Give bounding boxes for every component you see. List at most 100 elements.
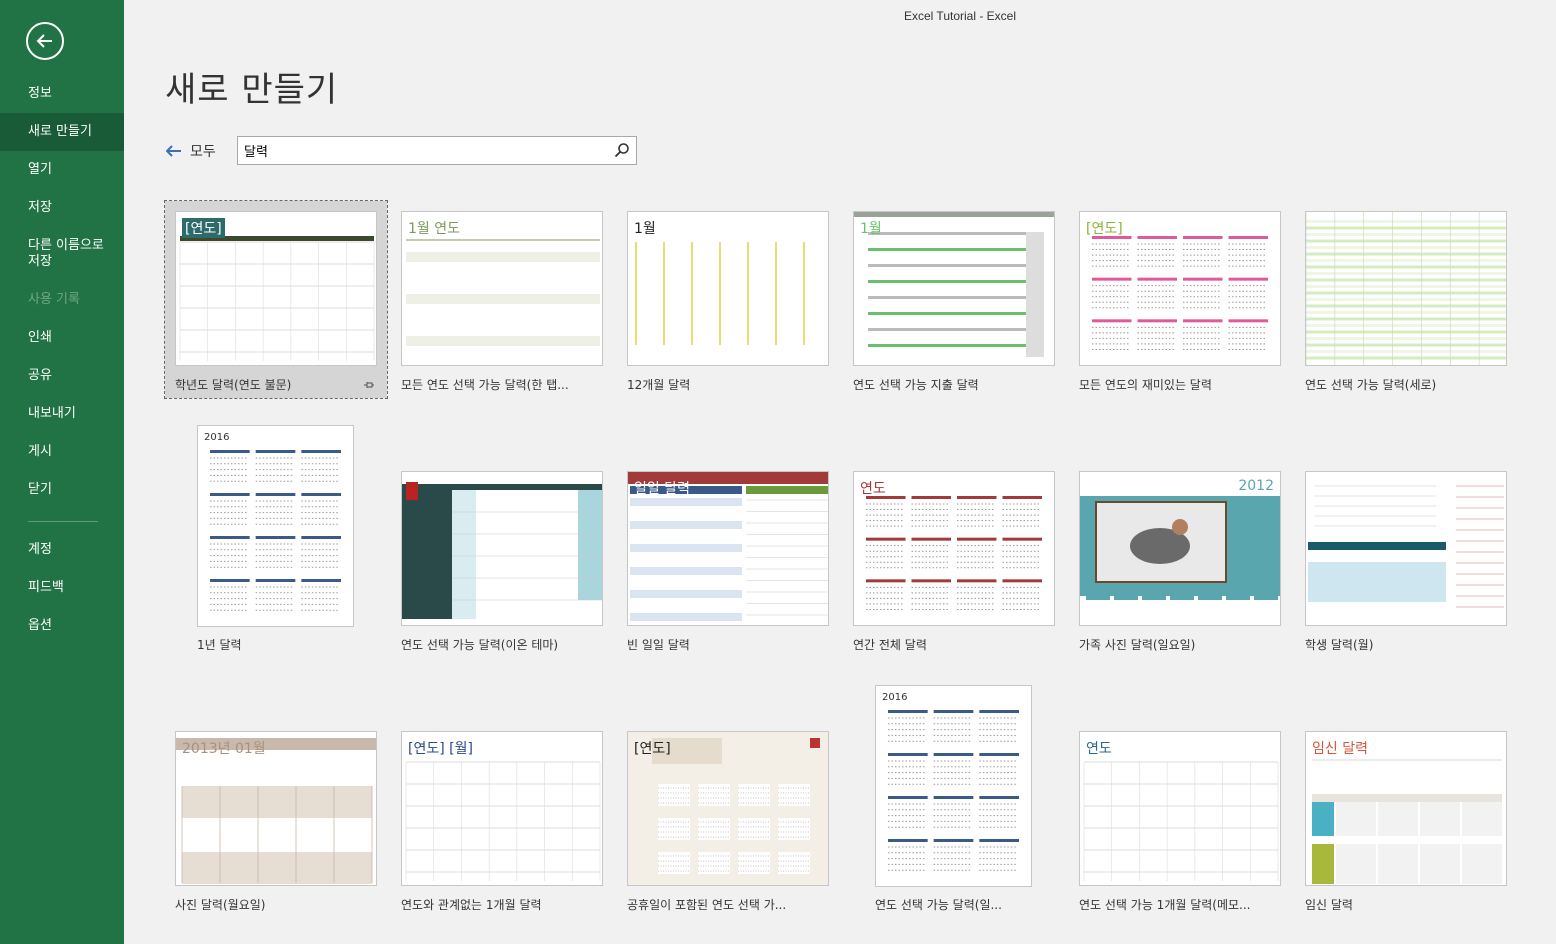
template-card[interactable]: 임신 달력 임신 달력 bbox=[1295, 721, 1517, 918]
sidebar-divider bbox=[28, 521, 98, 522]
preview-mark bbox=[1306, 265, 1506, 269]
preview-mark bbox=[1306, 259, 1506, 262]
back-button[interactable] bbox=[26, 22, 64, 60]
template-thumbnail[interactable]: 2013년 01월 bbox=[175, 731, 377, 886]
template-label: 모든 연도 선택 가능 달력(한 탭... bbox=[401, 378, 569, 392]
preview-mark bbox=[868, 280, 1042, 283]
sidebar-item-export[interactable]: 내보내기 bbox=[0, 395, 124, 433]
preview-mark bbox=[866, 537, 906, 541]
thumbnail-title: [연도] bbox=[1086, 221, 1123, 237]
template-card[interactable]: 연도 연간 전체 달력 bbox=[843, 461, 1065, 658]
template-card[interactable]: 1 월 2012 가족 사진 달력(일요일) bbox=[1069, 461, 1291, 658]
template-card[interactable]: 2016 1년 달력 bbox=[187, 415, 364, 658]
template-thumbnail[interactable]: 1월 연도 bbox=[401, 211, 603, 366]
thumbnail-year: 2012 bbox=[1238, 478, 1274, 494]
preview-mark bbox=[957, 496, 997, 499]
search-box bbox=[237, 136, 637, 165]
template-thumbnail[interactable] bbox=[1305, 471, 1507, 626]
sidebar-item-save-as[interactable]: 다른 이름으로 저장 bbox=[0, 235, 124, 275]
preview-mark bbox=[1306, 324, 1506, 327]
preview-mark bbox=[1170, 596, 1194, 600]
template-card[interactable]: 2016 연도 선택 가능 달력(일... bbox=[865, 675, 1042, 918]
sidebar-item-open[interactable]: 열기 bbox=[0, 151, 124, 189]
preview-mark bbox=[1183, 277, 1223, 281]
preview-mark bbox=[301, 450, 341, 453]
template-card[interactable]: [연도] 모든 연도의 재미있는 달력 bbox=[1069, 201, 1291, 398]
template-thumbnail[interactable]: 1 월 2012 bbox=[1079, 471, 1281, 626]
template-card[interactable]: 1월 12개월 달력 bbox=[617, 201, 839, 398]
preview-mark bbox=[301, 579, 341, 582]
template-thumbnail[interactable] bbox=[401, 471, 603, 626]
sidebar-item-feedback[interactable]: 피드백 bbox=[0, 569, 124, 607]
template-label: 연도 선택 가능 달력(일... bbox=[875, 898, 1002, 912]
sidebar-item-share[interactable]: 공유 bbox=[0, 357, 124, 395]
template-thumbnail[interactable] bbox=[1305, 211, 1507, 366]
preview-mark bbox=[1420, 844, 1460, 884]
preview-mark bbox=[630, 613, 742, 621]
preview-mark bbox=[210, 536, 250, 539]
preview-mark bbox=[630, 555, 742, 564]
sidebar-item-print[interactable]: 인쇄 bbox=[0, 319, 124, 357]
sidebar-item-account[interactable]: 계정 bbox=[0, 531, 124, 569]
template-card[interactable]: 1월 연도모든 연도 선택 가능 달력(한 탭... bbox=[391, 201, 613, 398]
pin-icon-shape bbox=[364, 382, 374, 388]
search-icon[interactable] bbox=[614, 142, 630, 158]
template-thumbnail[interactable]: 연도 bbox=[853, 471, 1055, 626]
template-card[interactable]: [연도] 학년도 달력(연도 불문) bbox=[164, 200, 388, 399]
template-card[interactable]: [연도] [월] 연도와 관계없는 1개월 달력 bbox=[391, 721, 613, 918]
template-thumbnail[interactable]: [연도] [월] bbox=[401, 731, 603, 886]
template-thumbnail[interactable]: 2016 bbox=[197, 425, 354, 627]
template-thumbnail[interactable]: 2016 bbox=[875, 685, 1032, 887]
thumbnail-title: 2013년 01월 bbox=[182, 741, 266, 757]
preview-mark bbox=[888, 753, 928, 756]
thumbnail-title: 일일 달력 bbox=[634, 481, 690, 497]
preview-mark bbox=[1306, 311, 1506, 314]
preview-mark bbox=[1306, 272, 1506, 275]
template-card[interactable]: 일일 달력 빈 일일 달력 bbox=[617, 461, 839, 658]
preview-mark bbox=[1306, 278, 1506, 282]
preview-mark bbox=[1420, 802, 1460, 836]
template-card[interactable]: 연도 선택 가능 달력(이온 테마) bbox=[391, 461, 613, 658]
preview-mark bbox=[933, 753, 974, 756]
preview-mark bbox=[406, 273, 600, 283]
template-thumbnail[interactable]: 연도 bbox=[1079, 731, 1281, 886]
template-card[interactable]: 2013년 01월 사진 달력(월요일) bbox=[165, 721, 387, 918]
template-thumbnail[interactable]: [연도] bbox=[627, 731, 829, 886]
preview-mark bbox=[1312, 794, 1502, 802]
sidebar-item-info[interactable]: 정보 bbox=[0, 75, 124, 113]
preview-mark bbox=[979, 710, 1019, 713]
sidebar-item-options[interactable]: 옵션 bbox=[0, 607, 124, 645]
template-thumbnail[interactable]: [연도] bbox=[175, 211, 377, 366]
sidebar-item-close[interactable]: 닫기 bbox=[0, 471, 124, 509]
preview-mark bbox=[1084, 756, 1278, 761]
preview-mark bbox=[630, 601, 742, 610]
template-card[interactable]: 1월 연도 선택 가능 지출 달력 bbox=[843, 201, 1065, 398]
sidebar-item-new[interactable]: 새로 만들기 bbox=[0, 113, 124, 151]
sidebar-item-save[interactable]: 저장 bbox=[0, 189, 124, 227]
template-preview-graphic bbox=[854, 212, 1054, 357]
template-thumbnail[interactable]: 임신 달력 bbox=[1305, 731, 1507, 886]
template-card[interactable]: 학생 달력(월) bbox=[1295, 461, 1517, 658]
preview-mark bbox=[911, 537, 951, 541]
pin-icon[interactable] bbox=[363, 379, 375, 391]
preview-mark bbox=[406, 336, 600, 346]
preview-mark bbox=[868, 312, 1042, 315]
thumbnail-title: [연도] [월] bbox=[408, 741, 473, 757]
thumbnail-title: 연도 bbox=[860, 481, 886, 497]
template-preview-graphic bbox=[210, 450, 341, 611]
preview-mark bbox=[1254, 596, 1278, 600]
search-input[interactable] bbox=[238, 137, 608, 164]
template-card[interactable]: 연도 연도 선택 가능 1개월 달력(메모... bbox=[1069, 721, 1291, 918]
template-thumbnail[interactable]: 1월 bbox=[627, 211, 829, 366]
template-thumbnail[interactable]: 일일 달력 bbox=[627, 471, 829, 626]
template-thumbnail[interactable]: [연도] bbox=[1079, 211, 1281, 366]
preview-mark bbox=[1306, 343, 1506, 347]
preview-mark bbox=[957, 537, 997, 541]
sidebar-item-publish[interactable]: 게시 bbox=[0, 433, 124, 471]
thumbnail-title: 2016 bbox=[204, 432, 230, 443]
template-thumbnail[interactable]: 1월 bbox=[853, 211, 1055, 366]
template-card[interactable]: 연도 선택 가능 달력(세로) bbox=[1295, 201, 1517, 398]
template-card[interactable]: [연도] 공휴일이 포함된 연도 선택 가... bbox=[617, 721, 839, 918]
thumbnail-title: 1월 bbox=[634, 221, 656, 237]
home-link[interactable]: 모두 bbox=[166, 140, 216, 162]
